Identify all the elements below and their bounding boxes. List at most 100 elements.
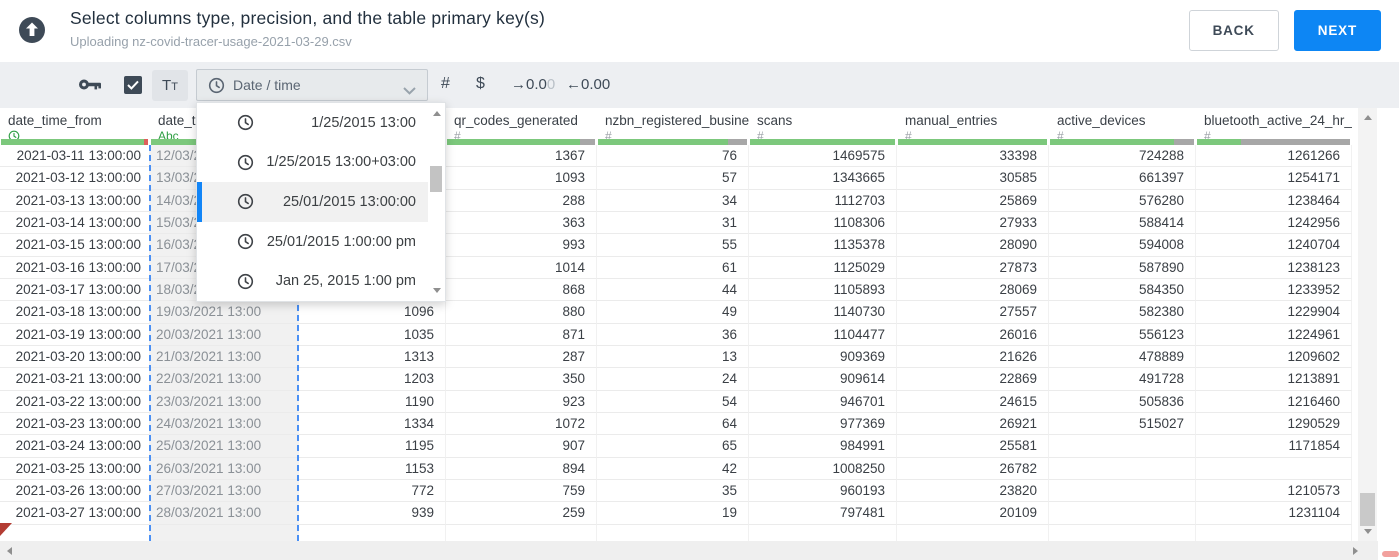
scroll-up-icon[interactable]	[433, 111, 441, 116]
scroll-right-icon[interactable]	[1353, 547, 1358, 555]
table-cell	[446, 524, 597, 541]
wizard-actions: BACK NEXT	[1188, 10, 1381, 51]
column-header-active_devices[interactable]: active_devices #	[1049, 108, 1196, 145]
table-cell: 28069	[897, 278, 1049, 302]
table-cell: 2021-03-21 13:00:00	[0, 368, 150, 391]
table-cell: 1224961	[1196, 323, 1352, 346]
table-cell: 1240704	[1196, 234, 1352, 257]
column-header-nzbn_registered_busine[interactable]: nzbn_registered_busine #	[597, 108, 749, 145]
table-cell: 977369	[749, 412, 897, 436]
column-name: qr_codes_generated	[454, 113, 578, 128]
table-row: 2021-03-22 13:00:00 23/03/2021 13:00 1190 9…	[0, 390, 1352, 413]
table-row: 2021-03-21 13:00:00 22/03/2021 13:00 1203 3…	[0, 368, 1352, 391]
table-cell: 594008	[1049, 234, 1196, 257]
table-row: 2021-03-19 13:00:00 20/03/2021 13:00 1035 8…	[0, 323, 1352, 346]
table-cell: 23/03/2021 13:00	[150, 390, 299, 413]
table-cell: 2021-03-18 13:00:00	[0, 301, 150, 324]
table-cell: 1014	[446, 256, 597, 279]
table-cell: 31	[597, 211, 749, 235]
table-cell: 27/03/2021 13:00	[150, 479, 299, 503]
quality-green-segment	[1197, 139, 1242, 145]
clock-icon	[237, 193, 254, 210]
table-cell: 772	[299, 479, 446, 503]
table-cell: 2021-03-26 13:00:00	[0, 479, 150, 503]
increase-decimal-button[interactable]: →0.00	[511, 76, 555, 93]
type-select[interactable]: Date / time	[196, 69, 428, 101]
table-cell: 20/03/2021 13:00	[150, 323, 299, 346]
table-cell: 2021-03-12 13:00:00	[0, 167, 150, 190]
table-cell: 556123	[1049, 323, 1196, 346]
table-cell: 1261266	[1196, 145, 1352, 168]
column-header-bluetooth_active_24_hr_[interactable]: bluetooth_active_24_hr_ #	[1196, 108, 1352, 145]
scroll-up-icon[interactable]	[1364, 115, 1372, 120]
table-cell: 923	[446, 390, 597, 413]
format-option-label: 25/01/2015 1:00:00 pm	[266, 233, 416, 250]
scroll-down-icon[interactable]	[433, 288, 441, 293]
back-button[interactable]: BACK	[1188, 10, 1279, 51]
horizontal-scrollbar-thumb[interactable]	[1382, 551, 1399, 557]
scroll-left-icon[interactable]	[7, 547, 12, 555]
upload-status-text: Uploading nz-covid-tracer-usage-2021-03-…	[70, 34, 352, 49]
scroll-down-icon[interactable]	[1364, 529, 1372, 534]
table-cell	[1049, 435, 1196, 458]
table-cell: 1238123	[1196, 256, 1352, 279]
column-header-manual_entries[interactable]: manual_entries #	[897, 108, 1049, 145]
table-cell: 19	[597, 502, 749, 525]
format-option[interactable]: 25/01/2015 1:00:00 pm	[197, 222, 428, 262]
table-cell: 2021-03-24 13:00:00	[0, 435, 150, 458]
table-cell	[1049, 524, 1196, 541]
table-cell	[1049, 479, 1196, 503]
format-option[interactable]: 1/25/2015 13:00	[197, 103, 428, 143]
vertical-scrollbar[interactable]	[1358, 108, 1377, 541]
text-type-button[interactable]: TT	[152, 70, 188, 101]
dropdown-scrollbar[interactable]	[428, 103, 445, 301]
format-option[interactable]: 25/01/2015 13:00:00	[197, 182, 428, 222]
format-option[interactable]: 1/25/2015 13:00+03:00	[197, 143, 428, 183]
table-cell: 2021-03-14 13:00:00	[0, 211, 150, 235]
table-cell: 1229904	[1196, 301, 1352, 324]
table-cell: 1072	[446, 412, 597, 436]
table-cell	[1049, 457, 1196, 480]
vertical-scrollbar-thumb[interactable]	[1360, 493, 1375, 526]
table-cell: 478889	[1049, 345, 1196, 369]
numeric-type-button[interactable]: #	[441, 75, 450, 93]
column-name: bluetooth_active_24_hr_	[1204, 113, 1352, 128]
format-option-label: 1/25/2015 13:00+03:00	[266, 154, 416, 171]
table-cell: 2021-03-19 13:00:00	[0, 323, 150, 346]
table-cell: 1190	[299, 390, 446, 413]
horizontal-scrollbar[interactable]	[0, 541, 1378, 560]
table-cell: 1290529	[1196, 412, 1352, 436]
table-cell: 1104477	[749, 323, 897, 346]
primary-key-icon[interactable]	[78, 78, 102, 96]
page-title: Select columns type, precision, and the …	[70, 8, 545, 28]
currency-type-button[interactable]: $	[476, 75, 485, 93]
table-row: 2021-03-26 13:00:00 27/03/2021 13:00 772 75…	[0, 479, 1352, 503]
table-cell: 76	[597, 145, 749, 168]
table-cell: 1233952	[1196, 278, 1352, 302]
table-cell: 1108306	[749, 211, 897, 235]
column-header-date_time_from[interactable]: date_time_from	[0, 108, 150, 145]
decrease-decimal-button[interactable]: ←0.00	[566, 76, 610, 93]
table-cell: 350	[446, 368, 597, 391]
next-button[interactable]: NEXT	[1293, 10, 1381, 51]
table-cell: 288	[446, 189, 597, 212]
table-cell: 1469575	[749, 145, 897, 168]
format-option-label: Jan 25, 2015 1:00 pm	[275, 273, 416, 290]
quality-red-segment	[143, 139, 148, 145]
table-cell	[1196, 457, 1352, 480]
table-cell: 28090	[897, 234, 1049, 257]
table-cell: 1242956	[1196, 211, 1352, 235]
quality-gray-segment	[727, 139, 747, 145]
table-cell: 1203	[299, 368, 446, 391]
column-header-qr_codes_generated[interactable]: qr_codes_generated #	[446, 108, 597, 145]
header-bar: Select columns type, precision, and the …	[0, 0, 1399, 62]
table-row: 2021-03-25 13:00:00 26/03/2021 13:00 1153 8…	[0, 457, 1352, 480]
upload-icon	[18, 16, 46, 44]
dropdown-scrollbar-thumb[interactable]	[430, 166, 442, 192]
format-option[interactable]: Jan 25, 2015 1:00 pm	[197, 261, 428, 301]
boolean-type-checkbox-icon[interactable]	[124, 76, 142, 94]
table-cell: 25/03/2021 13:00	[150, 435, 299, 458]
quality-green-segment	[898, 139, 1047, 145]
table-cell: 2021-03-23 13:00:00	[0, 412, 150, 436]
column-header-scans[interactable]: scans #	[749, 108, 897, 145]
